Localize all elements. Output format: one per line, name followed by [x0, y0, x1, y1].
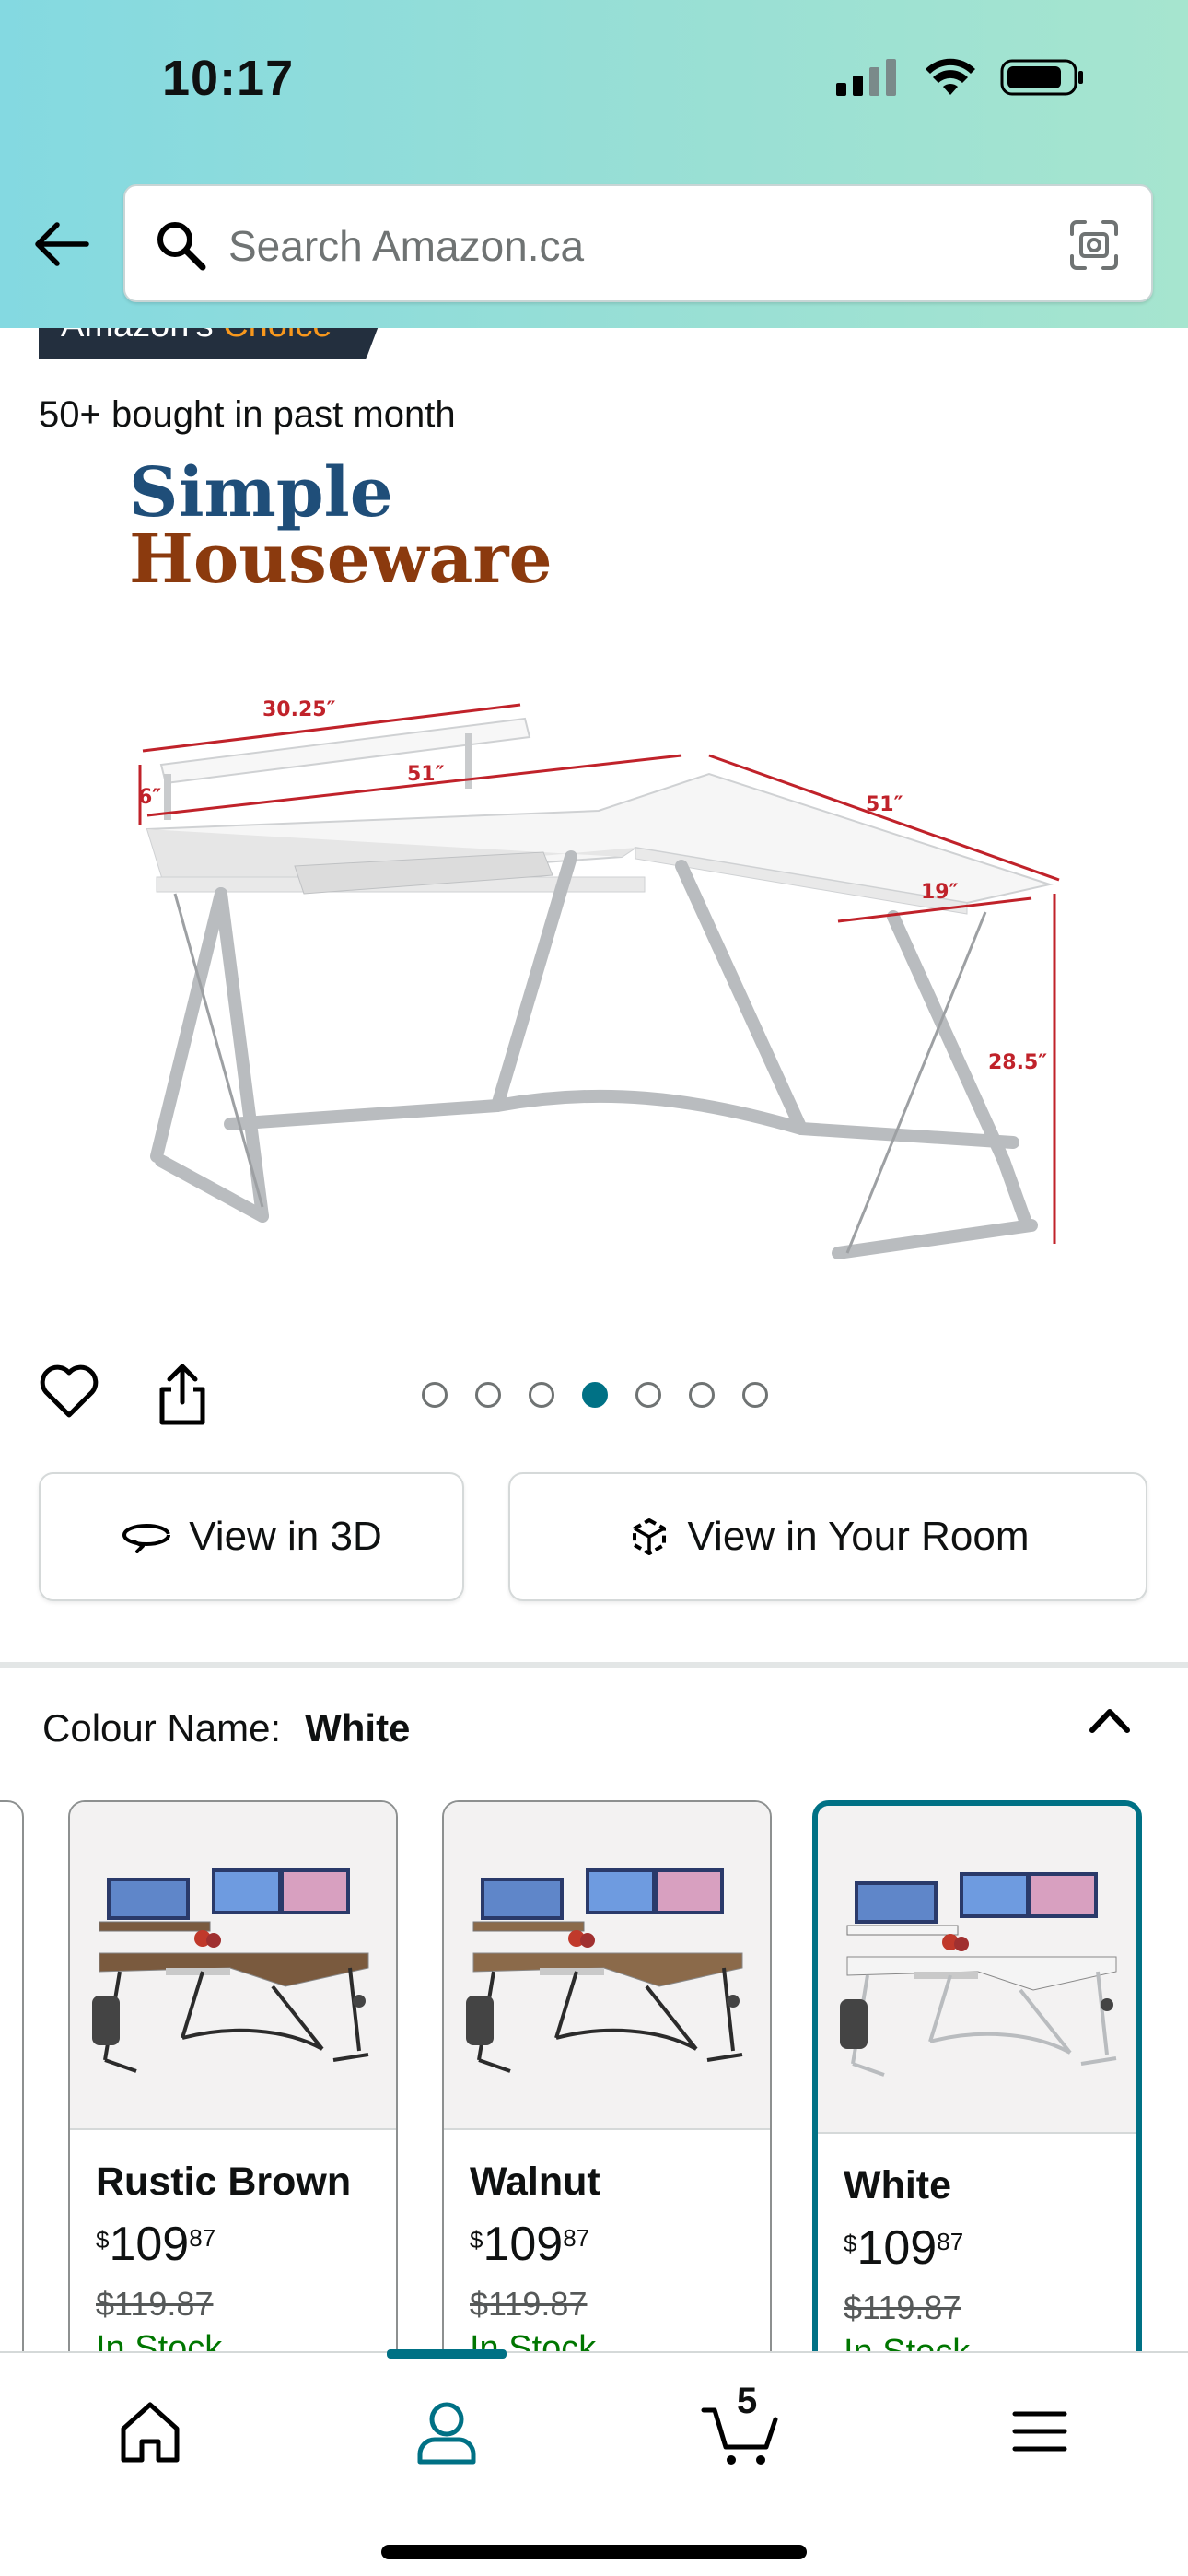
rotate-3d-icon [122, 1524, 171, 1553]
price-currency: $ [470, 2226, 483, 2254]
image-carousel-dots[interactable] [422, 1382, 768, 1408]
menu-icon[interactable] [998, 2390, 1081, 2473]
swatch-walnut[interactable]: Walnut $109 87 $119.87 In Stock [442, 1800, 772, 2371]
swatch-image [818, 1806, 1136, 2134]
chevron-up-icon[interactable] [1087, 1701, 1133, 1738]
heart-icon[interactable] [39, 1362, 99, 1423]
camera-scan-icon[interactable] [1066, 217, 1122, 273]
view-in-your-room-button[interactable]: View in Your Room [508, 1472, 1147, 1601]
dim-desk-width: 51″ [407, 763, 445, 786]
status-icons [836, 57, 1085, 98]
cart-count-badge: 5 [737, 2381, 758, 2421]
price-currency: $ [96, 2226, 110, 2254]
ar-cube-icon [632, 1518, 666, 1555]
price-fraction: 87 [937, 2228, 964, 2255]
price-whole: 109 [483, 2218, 564, 2271]
swatch-name: Rustic Brown [96, 2160, 352, 2204]
price-whole: 109 [109, 2218, 190, 2271]
search-input[interactable]: Search Amazon.ca [228, 221, 584, 271]
bottom-navigation: 5 [0, 2349, 1188, 2576]
swatch-image [70, 1802, 396, 2130]
desk-thumbnail-image [466, 1868, 743, 2073]
home-indicator [381, 2545, 807, 2559]
colour-name-row: Colour Name: White [42, 1706, 410, 1751]
view-in-3d-label: View in 3D [189, 1514, 382, 1559]
status-time: 10:17 [162, 51, 295, 106]
swatch-old-price: $119.87 [96, 2285, 214, 2323]
price-fraction: 87 [189, 2224, 216, 2252]
swatch-image [444, 1802, 770, 2130]
swatch-price: $109 87 [844, 2220, 963, 2276]
price-fraction: 87 [563, 2224, 590, 2252]
search-bar[interactable]: Search Amazon.ca [123, 184, 1153, 302]
brand-logo-line2: Houseware [129, 520, 553, 599]
carousel-dot[interactable] [689, 1382, 715, 1408]
product-image[interactable]: Simple Houseware 30.25″ 6″ 51″ 51″ 19″ 2… [120, 461, 1087, 1308]
dim-depth: 19″ [921, 881, 959, 904]
colour-name-label: Colour Name: [42, 1706, 282, 1750]
carousel-dot[interactable] [529, 1382, 554, 1408]
carousel-dot[interactable] [475, 1382, 501, 1408]
dim-shelf-height: 6″ [138, 786, 161, 809]
section-divider [0, 1662, 1188, 1668]
carousel-dot[interactable] [422, 1382, 448, 1408]
colour-name-value: White [305, 1706, 411, 1750]
dim-shelf-width: 30.25″ [262, 698, 336, 721]
swatch-price: $109 87 [470, 2217, 589, 2272]
swatch-white-selected[interactable]: White $10987 $119.87 In Stock [812, 1800, 1142, 2371]
carousel-dot[interactable] [742, 1382, 768, 1408]
swatch-old-price: $119.87 [844, 2289, 961, 2326]
back-arrow-icon[interactable] [31, 214, 92, 275]
swatch-old-price: $119.87 [470, 2285, 588, 2323]
swatch-partial[interactable] [0, 1800, 24, 2371]
swatch-rustic-brown[interactable]: Rustic Brown $109 87 $119.87 In Stock [68, 1800, 398, 2371]
view-in-your-room-label: View in Your Room [687, 1514, 1030, 1559]
price-whole: 109 [856, 2221, 938, 2275]
active-tab-indicator [387, 2349, 507, 2359]
wifi-icon [926, 58, 975, 95]
carousel-dot[interactable] [635, 1382, 661, 1408]
desk-thumbnail-image [92, 1868, 369, 2073]
account-icon[interactable] [405, 2390, 488, 2473]
share-icon[interactable] [155, 1364, 210, 1426]
swatch-name: White [844, 2163, 952, 2207]
battery-icon [1000, 59, 1083, 96]
home-icon[interactable] [109, 2390, 192, 2473]
swatch-name: Walnut [470, 2160, 600, 2204]
swatch-price: $109 87 [96, 2217, 215, 2272]
dim-return-width: 51″ [866, 793, 903, 816]
cellular-signal-icon [836, 59, 896, 96]
header: 10:17 Search Amazon.ca [0, 0, 1188, 328]
bought-in-past-month: 50+ bought in past month [39, 394, 456, 435]
dim-height: 28.5″ [988, 1051, 1047, 1074]
view-in-3d-button[interactable]: View in 3D [39, 1472, 464, 1601]
price-currency: $ [844, 2230, 857, 2257]
carousel-dot-active[interactable] [582, 1382, 608, 1408]
desk-thumbnail-image [840, 1872, 1117, 2077]
search-icon [157, 222, 206, 271]
